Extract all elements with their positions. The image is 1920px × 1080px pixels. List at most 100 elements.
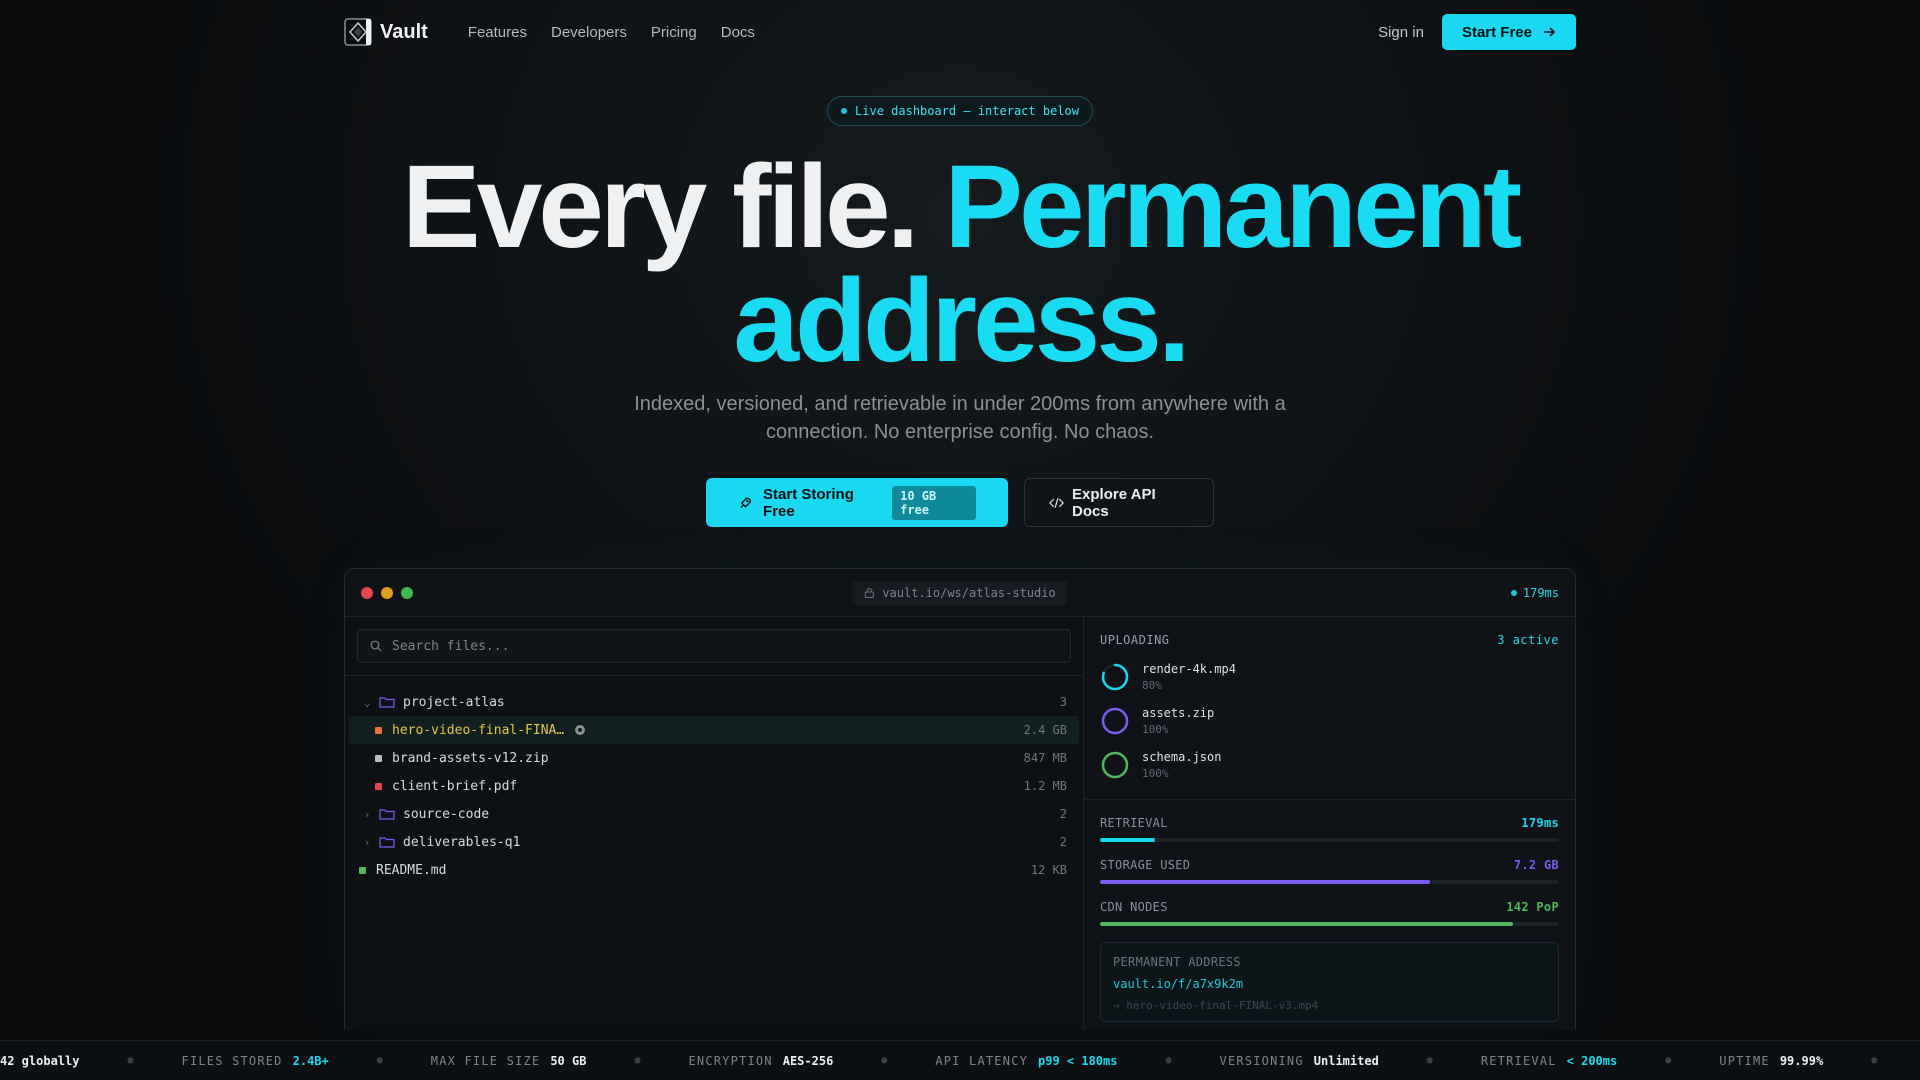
hero-headline: Every file. Permanent address.	[0, 148, 1920, 380]
minimize-dot-icon[interactable]	[381, 586, 393, 599]
folder-icon	[379, 837, 395, 848]
upload-progress-ring	[1101, 751, 1129, 779]
metric-value: 179ms	[1521, 816, 1559, 830]
ticker-bullet-icon: ●	[1165, 1055, 1172, 1066]
ticker-lead-value: 42 globally	[0, 1053, 80, 1068]
vault-logo-icon	[344, 18, 372, 46]
file-size: 1.2 MB	[1023, 779, 1067, 793]
ticker-value: 99.99%	[1779, 1053, 1824, 1068]
ticker-item: RETRIEVAL < 200ms	[1481, 1054, 1617, 1068]
uploading-label: UPLOADING	[1100, 633, 1170, 647]
permanent-address-url[interactable]: vault.io/f/a7x9k2m	[1113, 977, 1546, 991]
upload-percent: 80%	[1142, 679, 1162, 692]
maximize-dot-icon[interactable]	[401, 586, 413, 599]
permanent-address-label: PERMANENT ADDRESS	[1113, 955, 1241, 969]
folder-row-deliverables[interactable]: › deliverables-q1 2	[349, 828, 1079, 856]
nav-link-features[interactable]: Features	[468, 24, 527, 41]
sync-badge-icon	[575, 725, 586, 735]
metric-cdn: CDN NODES 142 PoP	[1084, 900, 1575, 926]
headline-cyan-2: address.	[733, 255, 1190, 387]
ticker-item: API LATENCY p99 < 180ms	[935, 1054, 1117, 1068]
close-dot-icon[interactable]	[361, 586, 373, 599]
start-storing-label: Start Storing Free	[763, 485, 854, 520]
nav-link-developers[interactable]: Developers	[551, 24, 627, 41]
nav-link-pricing[interactable]: Pricing	[651, 24, 697, 41]
nav-links: Features Developers Pricing Docs	[468, 24, 755, 41]
start-free-button[interactable]: Start Free	[1441, 14, 1576, 50]
file-row-brand-assets[interactable]: brand-assets-v12.zip 847 MB	[349, 744, 1079, 772]
address-bar[interactable]: vault.io/ws/atlas-studio	[852, 580, 1068, 605]
upload-name: render-4k.mp4	[1142, 662, 1236, 676]
headline-cyan-1: Permanent	[944, 141, 1522, 273]
code-icon	[1049, 497, 1064, 508]
upload-item[interactable]: assets.zip 100%	[1084, 699, 1575, 743]
ticker-value: 2.4B+	[292, 1053, 329, 1068]
metric-bar-fill	[1100, 838, 1156, 842]
status-dot-icon	[1510, 589, 1517, 596]
signin-link[interactable]: Sign in	[1378, 24, 1424, 41]
file-row-readme[interactable]: README.md 12 KB	[349, 856, 1079, 884]
file-browser: Search files... ⌄ project-atlas 3 hero-v…	[345, 617, 1083, 1030]
ticker-item: UPTIME 99.99%	[1719, 1054, 1823, 1068]
file-size: 2.4 GB	[1023, 723, 1067, 737]
upload-progress-ring	[1101, 707, 1129, 735]
ticker-label: MAX FILE SIZE	[430, 1053, 541, 1068]
chevron-right-icon[interactable]: ›	[359, 808, 375, 821]
nav-actions: Sign in Start Free	[1378, 14, 1576, 50]
rocket-icon	[740, 497, 751, 508]
metric-bar	[1100, 880, 1559, 884]
file-name: brand-assets-v12.zip	[392, 750, 549, 766]
free-tier-badge: 10 GB free	[892, 485, 976, 520]
upload-item[interactable]: schema.json 100%	[1084, 743, 1575, 787]
start-storing-button[interactable]: Start Storing Free 10 GB free	[706, 478, 1008, 527]
file-size: 12 KB	[1030, 863, 1067, 877]
permanent-address-card[interactable]: PERMANENT ADDRESS vault.io/f/a7x9k2m → h…	[1100, 942, 1559, 1022]
metric-bar	[1100, 922, 1559, 926]
explore-api-label: Explore API Docs	[1072, 485, 1156, 520]
dashboard-window: vault.io/ws/atlas-studio 179ms Search fi…	[344, 568, 1576, 1030]
folder-name: deliverables-q1	[403, 834, 521, 850]
upload-percent: 100%	[1142, 767, 1169, 780]
upload-item[interactable]: render-4k.mp4 80%	[1084, 655, 1575, 699]
file-type-icon	[375, 726, 382, 734]
upload-name: assets.zip	[1142, 706, 1215, 720]
upload-list: render-4k.mp4 80% assets.zip 100% schema…	[1084, 655, 1575, 787]
ticker-label: FILES STORED	[181, 1053, 283, 1068]
folder-icon	[379, 697, 395, 708]
upload-progress-ring	[1101, 663, 1129, 691]
metric-value: 142 PoP	[1506, 900, 1559, 914]
ticker-item: FILES STORED 2.4B+	[182, 1054, 329, 1068]
ticker-item: MAX FILE SIZE 50 GB	[431, 1054, 587, 1068]
uploading-active-count: 3 active	[1497, 633, 1559, 647]
explore-api-button[interactable]: Explore API Docs	[1024, 478, 1214, 527]
metric-storage: STORAGE USED 7.2 GB	[1084, 858, 1575, 884]
ticker-label: RETRIEVAL	[1480, 1053, 1557, 1068]
nav-link-docs[interactable]: Docs	[721, 24, 755, 41]
uploading-header: UPLOADING 3 active	[1084, 617, 1575, 647]
lock-icon	[864, 588, 874, 598]
ticker-lead: 42 globally	[0, 1054, 79, 1068]
file-type-icon	[359, 866, 366, 874]
hero-subtitle: Indexed, versioned, and retrievable in u…	[0, 390, 1920, 446]
folder-row-source-code[interactable]: › source-code 2	[349, 800, 1079, 828]
chevron-down-icon[interactable]: ⌄	[359, 696, 375, 709]
file-row-hero-video[interactable]: hero-video-final-FINA… 2.4 GB	[349, 716, 1079, 744]
stats-ticker: 42 globally ● FILES STORED 2.4B+ ● MAX FI…	[0, 1040, 1920, 1080]
panel-divider	[1084, 799, 1575, 800]
window-controls	[361, 586, 413, 599]
folder-row-project-atlas[interactable]: ⌄ project-atlas 3	[349, 688, 1079, 716]
address-url: vault.io/ws/atlas-studio	[882, 585, 1056, 600]
file-row-client-brief[interactable]: client-brief.pdf 1.2 MB	[349, 772, 1079, 800]
live-dashboard-pill: Live dashboard — interact below	[827, 96, 1093, 126]
ticker-value: p99 < 180ms	[1038, 1053, 1118, 1068]
file-type-icon	[375, 782, 382, 790]
metric-value: 7.2 GB	[1513, 858, 1559, 872]
search-files-input[interactable]: Search files...	[357, 629, 1071, 663]
ticker-bullet-icon: ●	[1426, 1055, 1433, 1066]
latency-value: 179ms	[1522, 585, 1559, 600]
ticker-item: ENCRYPTION AES-256	[688, 1054, 833, 1068]
chevron-right-icon[interactable]: ›	[359, 836, 375, 849]
latency-indicator: 179ms	[1510, 585, 1559, 600]
brand-logo[interactable]: Vault	[344, 18, 428, 46]
search-icon	[370, 640, 382, 652]
